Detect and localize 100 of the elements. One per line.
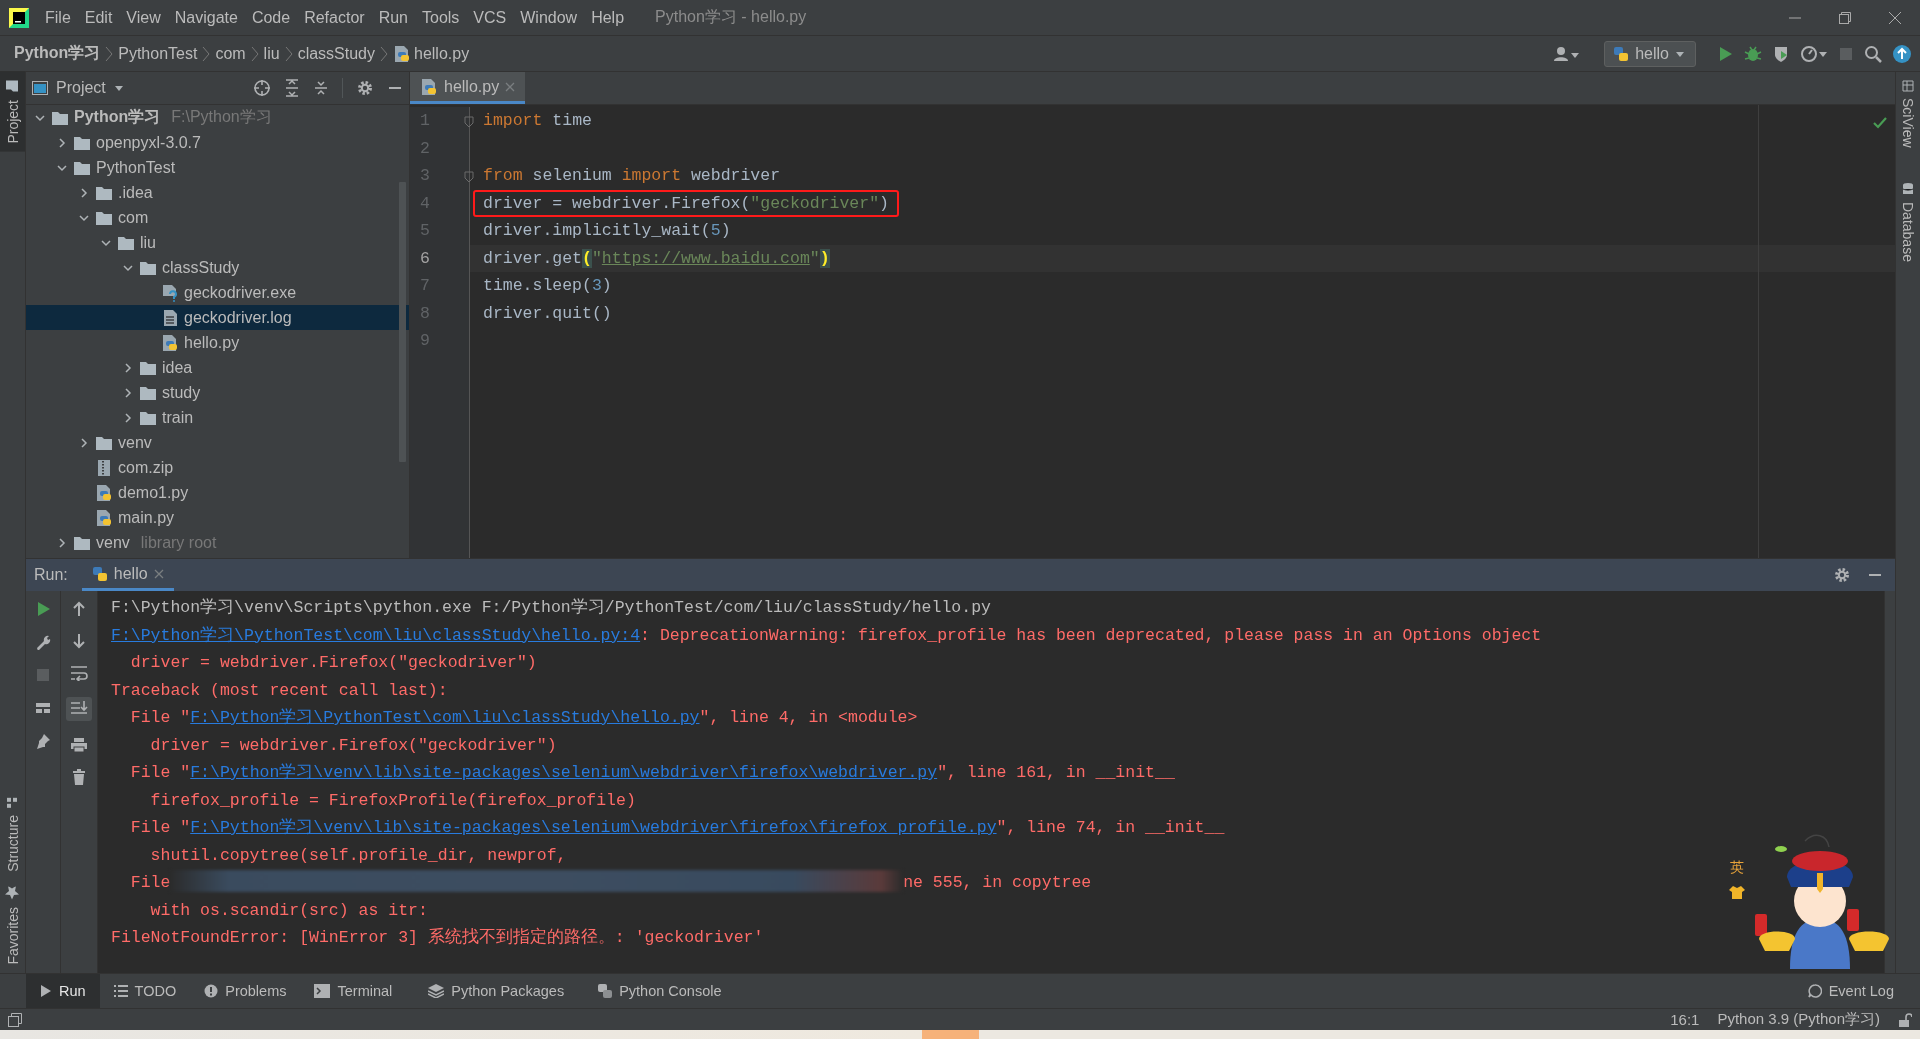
soft-wrap-icon[interactable]: [70, 665, 88, 681]
tool-window-button[interactable]: Database: [1896, 173, 1920, 270]
menu-item[interactable]: Run: [371, 8, 415, 27]
python-icon: [91, 565, 108, 582]
file-link[interactable]: F:\Python学习\PythonTest\com\liu\classStudy\hello.py:4: [111, 625, 641, 645]
menu-item[interactable]: View: [119, 8, 168, 27]
file-link[interactable]: F:\Python学习\venv\lib\site-packages\selenium\webdriver\firefox\webdriver.py: [190, 763, 938, 782]
tree-item[interactable]: PythonTest: [26, 155, 409, 180]
caret-position[interactable]: 16:1: [1670, 1011, 1700, 1028]
scroll-to-end-icon[interactable]: [66, 697, 92, 721]
tree-item[interactable]: com: [26, 205, 409, 230]
tool-window-tab[interactable]: Python Packages: [414, 974, 579, 1008]
scrollbar[interactable]: [1884, 591, 1895, 973]
up-arrow-icon[interactable]: [71, 601, 87, 617]
folder-icon: [73, 159, 91, 176]
caret-icon[interactable]: [113, 84, 124, 92]
tool-window-tab[interactable]: TODO: [99, 974, 191, 1008]
tree-item[interactable]: demo1.py: [26, 480, 409, 505]
tool-window-button[interactable]: Structure: [0, 788, 25, 880]
editor-tab[interactable]: hello.py: [410, 72, 526, 104]
menu-item[interactable]: Edit: [77, 8, 120, 27]
fold-marker-icon[interactable]: [464, 116, 474, 128]
locate-crosshair-icon[interactable]: [253, 79, 271, 97]
settings-icon[interactable]: [356, 79, 374, 97]
app-logo-icon: [8, 6, 30, 29]
tree-item[interactable]: train: [26, 405, 409, 430]
tool-window-tab[interactable]: Problems: [190, 974, 301, 1008]
tree-item[interactable]: venv library root: [26, 530, 409, 555]
tree-item[interactable]: idea: [26, 355, 409, 380]
pin-icon[interactable]: [35, 733, 51, 749]
unlocked-padlock-icon[interactable]: [1898, 1012, 1912, 1027]
folder-icon: [73, 134, 91, 151]
shirt-icon[interactable]: [1729, 885, 1745, 899]
ime-indicator[interactable]: 英: [1730, 859, 1744, 877]
console-line: firefox_profile = FirefoxProfile(firefox_profile): [149, 789, 636, 812]
breadcrumb[interactable]: PythonTest: [118, 44, 198, 63]
menu-item[interactable]: Help: [584, 8, 632, 27]
user-icon[interactable]: [1554, 45, 1581, 62]
tree-item[interactable]: classStudy: [26, 255, 409, 280]
tool-window-tab[interactable]: Terminal: [300, 974, 407, 1008]
print-icon[interactable]: [70, 737, 88, 753]
tree-item[interactable]: liu: [26, 230, 409, 255]
breadcrumb[interactable]: Python学习: [14, 43, 101, 64]
menu-item[interactable]: Tools: [415, 8, 467, 27]
tool-window-button[interactable]: Project: [0, 72, 25, 152]
tree-item[interactable]: geckodriver.exe: [26, 280, 409, 305]
menu-item[interactable]: Navigate: [167, 8, 245, 27]
project-view-dropdown[interactable]: Project: [32, 79, 124, 97]
down-arrow-icon[interactable]: [71, 633, 87, 649]
tree-item[interactable]: study: [26, 380, 409, 405]
breadcrumb[interactable]: hello.py: [393, 44, 470, 63]
tree-item[interactable]: geckodriver.log: [26, 305, 409, 330]
menu-item[interactable]: Refactor: [297, 8, 372, 27]
wrench-icon[interactable]: [35, 634, 51, 650]
fold-marker-icon[interactable]: [464, 171, 474, 183]
layout-icon[interactable]: [35, 700, 51, 716]
breadcrumb[interactable]: classStudy: [297, 44, 375, 63]
tool-window-tab[interactable]: Python Console: [584, 974, 736, 1008]
tool-window-tab[interactable]: Run: [26, 974, 100, 1008]
run-configuration-dropdown[interactable]: hello: [1604, 40, 1696, 67]
search-icon[interactable]: [1864, 44, 1882, 63]
event-log-button[interactable]: Event Log: [1793, 974, 1908, 1008]
close-icon[interactable]: [1888, 10, 1902, 25]
file-link[interactable]: F:\Python学习\venv\lib\site-packages\selenium\webdriver\firefox\firefox_profile.py: [190, 818, 997, 837]
tool-window-button[interactable]: SciView: [1896, 72, 1920, 156]
code-link[interactable]: https://www.baidu.com: [601, 248, 810, 268]
caret-icon[interactable]: [1675, 49, 1685, 58]
rerun-icon[interactable]: [35, 601, 51, 617]
menu-item[interactable]: Code: [244, 8, 298, 27]
console-line: F:\Python学习\PythonTest\com\liu\classStudy\hello.py:4: DeprecationWarning: firefox_profile has been deprecated, please pass in an Options object: [111, 624, 1542, 647]
debug-bug-icon[interactable]: [1744, 44, 1762, 63]
menu-item[interactable]: VCS: [466, 8, 514, 27]
menu-item[interactable]: File: [38, 8, 78, 27]
tool-window-button[interactable]: Favorites: [0, 879, 25, 973]
python-icon: [1613, 45, 1630, 62]
tree-item[interactable]: venv: [26, 430, 409, 455]
coverage-shield-icon[interactable]: [1772, 44, 1790, 63]
expand-all-icon[interactable]: [284, 79, 300, 97]
panel-toggle-icon[interactable]: [8, 1012, 22, 1027]
breadcrumb-separator-icon: [379, 45, 389, 62]
collapse-all-icon[interactable]: [313, 79, 329, 97]
tree-item[interactable]: com.zip: [26, 455, 409, 480]
menu-item[interactable]: Window: [513, 8, 585, 27]
window-restore-icon[interactable]: [1838, 10, 1852, 25]
interpreter-status[interactable]: Python 3.9 (Python学习): [1717, 1010, 1880, 1029]
tree-item[interactable]: main.py: [26, 505, 409, 530]
trash-icon[interactable]: [72, 769, 86, 785]
unknown-file-icon: [161, 283, 179, 302]
folder-icon: [95, 184, 113, 201]
code-line: driver.get("https://www.baidu.com"): [482, 247, 831, 270]
settings-icon[interactable]: [1833, 566, 1851, 584]
scrollbar[interactable]: [399, 182, 406, 462]
play-icon: [40, 985, 52, 997]
tree-item[interactable]: openpyxl-3.0.7: [26, 130, 409, 155]
file-link[interactable]: F:\Python学习\PythonTest\com\liu\classStudy\hello.py: [190, 708, 700, 727]
breadcrumb[interactable]: liu: [263, 44, 280, 63]
profiler-gauge-icon[interactable]: [1800, 44, 1828, 63]
tree-item[interactable]: .idea: [26, 180, 409, 205]
tree-item[interactable]: Python学习 F:\Python学习: [26, 105, 409, 130]
breadcrumb[interactable]: com: [215, 44, 246, 63]
